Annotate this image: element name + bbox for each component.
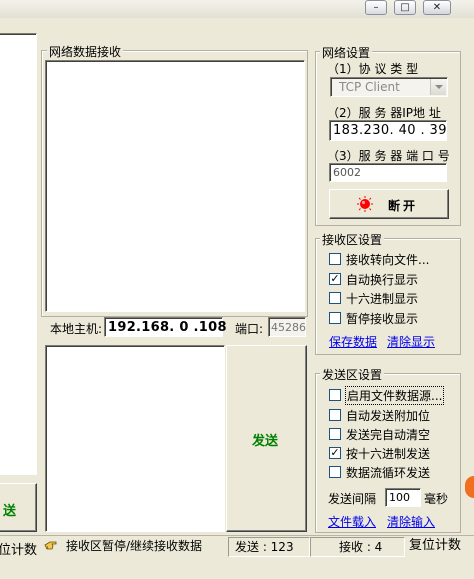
close-button[interactable]: ✕ xyxy=(423,0,451,15)
left-clipped-reset-label[interactable]: 位计数 xyxy=(0,539,37,558)
send-interval-unit: 毫秒 xyxy=(424,492,449,506)
receive-option-label: 自动换行显示 xyxy=(346,273,419,287)
local-host-label: 本地主机: xyxy=(50,322,103,336)
receive-option-label: 接收转向文件... xyxy=(346,253,430,267)
receive-group-title: 网络数据接收 xyxy=(47,43,124,60)
local-port-value: 45286 xyxy=(271,321,306,334)
local-port-field[interactable]: 45286 xyxy=(268,317,306,337)
save-data-link[interactable]: 保存数据 xyxy=(329,333,377,350)
disconnect-button[interactable]: 断开 xyxy=(329,189,449,219)
load-file-link[interactable]: 文件载入 xyxy=(328,513,376,530)
side-widget-icon[interactable] xyxy=(465,476,474,498)
server-port-value: 6002 xyxy=(333,166,361,179)
server-port-field[interactable]: 6002 xyxy=(329,163,447,182)
send-interval-value: 100 xyxy=(389,491,410,504)
maximize-button[interactable]: □ xyxy=(394,0,416,15)
send-button[interactable]: 发送 xyxy=(226,345,307,532)
chevron-down-icon xyxy=(435,85,443,89)
loop-send-checkbox[interactable] xyxy=(329,466,341,478)
hex-send-checkbox[interactable]: ✓ xyxy=(329,447,341,459)
auto-wrap-checkbox[interactable]: ✓ xyxy=(329,273,341,285)
send-interval-input[interactable]: 100 xyxy=(385,488,421,507)
status-reset-counter[interactable]: 复位计数 xyxy=(405,537,474,557)
send-button-label: 发送 xyxy=(252,434,279,449)
send-textarea[interactable] xyxy=(45,345,225,532)
local-ip-field[interactable]: 192.168. 0 .108 xyxy=(104,317,227,337)
protocol-select[interactable]: TCP Client xyxy=(330,77,448,97)
status-sent-text: 发送 : 123 xyxy=(235,540,294,554)
protocol-label: （1）协 议 类 型 xyxy=(327,62,419,76)
server-port-label: （3）服 务 器 端 口 号 xyxy=(327,149,450,163)
send-interval-label: 发送间隔 xyxy=(328,492,377,506)
file-source-checkbox[interactable] xyxy=(329,389,341,401)
pause-display-checkbox[interactable] xyxy=(329,312,341,324)
status-received: 接收 : 4 xyxy=(310,537,405,557)
status-separator xyxy=(0,535,474,536)
server-ip-label: （2）服 务 器IP地 址 xyxy=(327,106,441,120)
reset-counter-label: 复位计数 xyxy=(409,538,462,553)
send-option-label: 数据流循环发送 xyxy=(346,466,431,480)
status-hint-text: 接收区暂停/继续接收数据 xyxy=(66,539,203,553)
receive-textarea[interactable] xyxy=(45,60,305,312)
left-clipped-send-label: 送 xyxy=(3,504,17,519)
status-sent: 发送 : 123 xyxy=(228,537,310,557)
clear-display-link[interactable]: 清除显示 xyxy=(387,333,435,350)
local-port-label: 端口: xyxy=(235,322,264,336)
send-option-label: 自动发送附加位 xyxy=(346,409,431,423)
local-ip-value: 192.168. 0 .108 xyxy=(108,320,227,335)
hand-pointer-icon xyxy=(44,538,58,550)
minimize-button[interactable]: – xyxy=(365,0,387,15)
hex-display-checkbox[interactable] xyxy=(329,292,341,304)
protocol-select-value: TCP Client xyxy=(339,80,400,94)
left-clipped-textarea[interactable] xyxy=(0,33,37,475)
network-settings-title: 网络设置 xyxy=(320,44,373,61)
server-ip-field[interactable]: 183.230. 40 . 39 xyxy=(329,120,447,141)
send-settings-title: 发送区设置 xyxy=(320,366,385,383)
send-option-label: 启用文件数据源... xyxy=(344,386,445,405)
disconnect-button-label: 断开 xyxy=(388,199,419,213)
title-bar: – □ ✕ xyxy=(0,0,474,18)
left-clipped-send-button[interactable]: 送 xyxy=(0,483,37,532)
status-hint: 接收区暂停/继续接收数据 xyxy=(40,537,215,557)
receive-option-label: 十六进制显示 xyxy=(346,292,419,306)
auto-append-checkbox[interactable] xyxy=(329,409,341,421)
clear-input-link[interactable]: 清除输入 xyxy=(387,513,435,530)
send-option-label: 按十六进制发送 xyxy=(346,447,431,461)
receive-to-file-checkbox[interactable] xyxy=(329,253,341,265)
auto-clear-checkbox[interactable] xyxy=(329,428,341,440)
send-option-label: 发送完自动清空 xyxy=(346,428,431,442)
dropdown-button[interactable] xyxy=(430,79,446,95)
receive-settings-title: 接收区设置 xyxy=(320,231,385,248)
receive-option-label: 暂停接收显示 xyxy=(346,312,419,326)
status-light-icon xyxy=(357,196,373,212)
server-ip-value: 183.230. 40 . 39 xyxy=(333,123,447,138)
status-received-text: 接收 : 4 xyxy=(339,540,383,554)
